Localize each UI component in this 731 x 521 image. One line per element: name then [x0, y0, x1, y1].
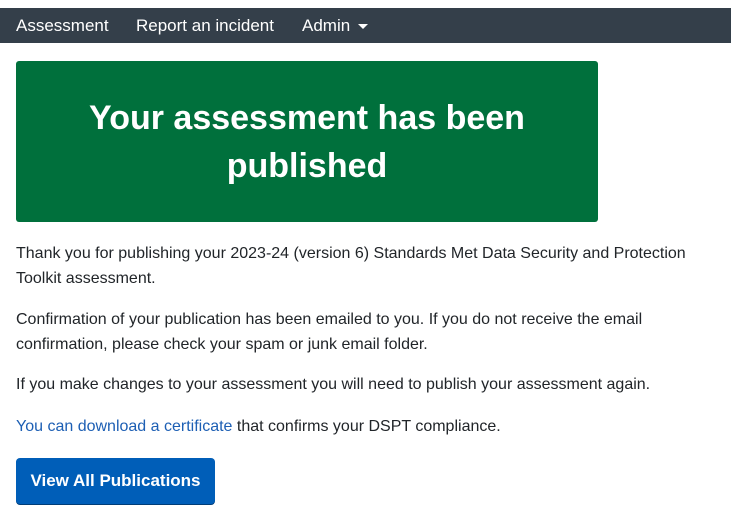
certificate-text: You can download a certificate that conf…: [16, 414, 716, 439]
top-navbar: Assessment Report an incident Admin: [0, 8, 731, 43]
nav-report-incident-label: Report an incident: [136, 16, 274, 35]
nav-report-incident[interactable]: Report an incident: [136, 8, 274, 43]
success-banner: Your assessment has been published: [16, 61, 598, 222]
nav-admin-dropdown[interactable]: Admin: [302, 8, 369, 43]
download-certificate-link[interactable]: You can download a certificate: [16, 418, 232, 435]
view-all-publications-button[interactable]: View All Publications: [16, 458, 215, 504]
top-strip: [0, 0, 731, 8]
nav-assessment[interactable]: Assessment: [16, 8, 109, 43]
republish-note-text: If you make changes to your assessment y…: [16, 376, 651, 393]
banner-title: Your assessment has been published: [89, 98, 525, 185]
email-confirmation-text: Confirmation of your publication has bee…: [16, 311, 643, 353]
nav-admin-label: Admin: [302, 16, 351, 35]
nav-assessment-label: Assessment: [16, 16, 109, 35]
publish-thanks-text: Thank you for publishing your 2023-24 (v…: [16, 245, 686, 287]
caret-down-icon: [358, 24, 369, 29]
certificate-suffix-text: that confirms your DSPT compliance.: [232, 418, 501, 435]
